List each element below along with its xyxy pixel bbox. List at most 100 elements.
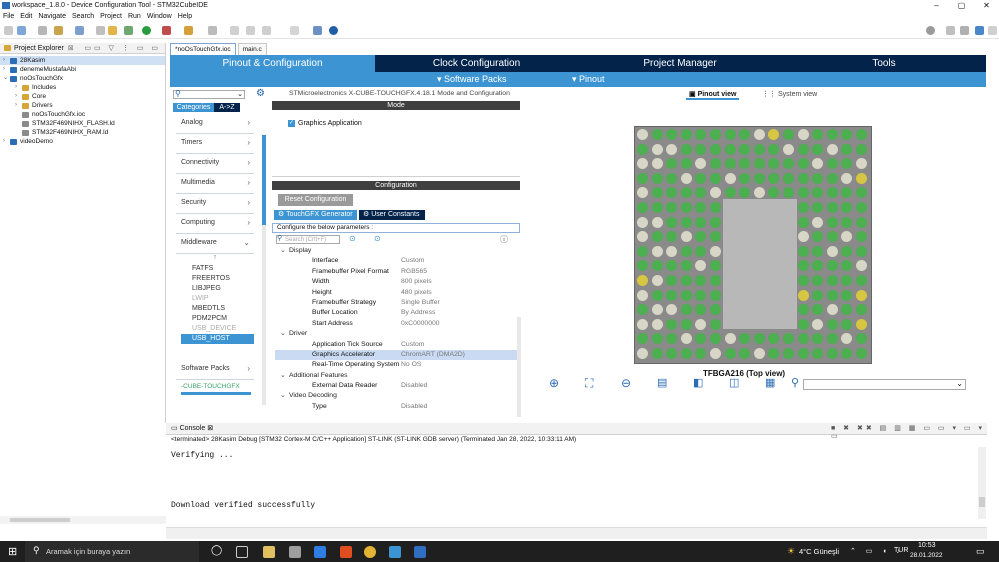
- chip-pin[interactable]: [666, 187, 678, 199]
- chip-pin[interactable]: [841, 304, 853, 316]
- chip-pin[interactable]: [856, 129, 867, 140]
- chip-pin[interactable]: [666, 348, 678, 359]
- perspective-device-icon[interactable]: [975, 26, 984, 35]
- chip-pin[interactable]: [856, 348, 867, 359]
- chip-pin[interactable]: [680, 245, 692, 257]
- chip-pin[interactable]: [753, 172, 765, 184]
- info-icon[interactable]: ⓘ: [500, 234, 508, 245]
- chip-pin[interactable]: [783, 158, 794, 170]
- graphics-application-checkbox[interactable]: ✓: [288, 120, 295, 127]
- menu-window[interactable]: Window: [144, 12, 175, 22]
- chip-pin[interactable]: [695, 231, 707, 243]
- chip-pin[interactable]: [637, 231, 648, 243]
- chip-pin[interactable]: [753, 333, 765, 345]
- chip-pin[interactable]: [812, 333, 824, 345]
- chip-pin[interactable]: [710, 260, 721, 272]
- category-multimedia[interactable]: Multimedia ›: [176, 174, 254, 194]
- chip-pin[interactable]: [680, 231, 692, 243]
- export-icon[interactable]: ▤: [657, 376, 667, 389]
- settings-gear-icon[interactable]: ⚙: [256, 88, 265, 99]
- chip-pin[interactable]: [695, 187, 707, 199]
- chip-pin[interactable]: [651, 275, 663, 286]
- param-value[interactable]: 0xC0000000: [401, 319, 440, 329]
- chip-pin[interactable]: [797, 289, 809, 301]
- chip-pin[interactable]: [680, 275, 692, 286]
- chip-pin[interactable]: [812, 172, 824, 184]
- chip-pin[interactable]: [666, 202, 678, 213]
- chip-pin[interactable]: [826, 143, 838, 155]
- chip-pin[interactable]: [797, 348, 809, 359]
- chip-pin[interactable]: [680, 158, 692, 170]
- chip-pin[interactable]: [651, 318, 663, 330]
- category-software-packs[interactable]: Software Packs ›: [176, 360, 254, 380]
- chip-pin[interactable]: [637, 216, 648, 228]
- chip-pin[interactable]: [695, 260, 707, 272]
- tab-tools[interactable]: Tools: [782, 55, 986, 72]
- chip-pin[interactable]: [695, 348, 707, 359]
- chevron-right-icon[interactable]: ›: [15, 83, 22, 92]
- chip-pin[interactable]: [856, 216, 867, 228]
- chip-pin[interactable]: [812, 231, 824, 243]
- chip-pin[interactable]: [812, 348, 824, 359]
- chip-package[interactable]: [634, 126, 872, 364]
- chip-pin[interactable]: [666, 260, 678, 272]
- chip-pin[interactable]: [695, 143, 707, 155]
- chip-pin[interactable]: [783, 348, 794, 359]
- chip-pin[interactable]: [651, 231, 663, 243]
- chip-pin[interactable]: [856, 143, 867, 155]
- chip-pin[interactable]: [753, 143, 765, 155]
- chip-pin[interactable]: [710, 172, 721, 184]
- chip-pin[interactable]: [826, 187, 838, 199]
- param-section[interactable]: ⌄ Driver: [275, 329, 517, 339]
- chip-pin[interactable]: [753, 187, 765, 199]
- tab-project-manager[interactable]: Project Manager: [578, 55, 782, 72]
- chip-pin[interactable]: [739, 143, 751, 155]
- menu-run[interactable]: Run: [125, 12, 144, 22]
- chip-pin[interactable]: [637, 129, 648, 140]
- chip-pin[interactable]: [724, 143, 736, 155]
- chip-pin[interactable]: [710, 202, 721, 213]
- chip-pin[interactable]: [724, 333, 736, 345]
- chip-pin[interactable]: [826, 172, 838, 184]
- chip-pin[interactable]: [856, 231, 867, 243]
- chip-pin[interactable]: [651, 245, 663, 257]
- chip-pin[interactable]: [797, 172, 809, 184]
- chip-pin[interactable]: [651, 333, 663, 345]
- stm32cubemx-icon[interactable]: [389, 546, 401, 558]
- chip-pin[interactable]: [695, 202, 707, 213]
- wand-icon[interactable]: [184, 26, 193, 35]
- pack-touchgfx[interactable]: -CUBE-TOUCHGFX: [176, 383, 254, 390]
- chip-pin[interactable]: [797, 260, 809, 272]
- chip-pin[interactable]: [812, 318, 824, 330]
- chip-pin[interactable]: [666, 158, 678, 170]
- param-value[interactable]: By Address: [401, 308, 435, 318]
- chip-pin[interactable]: [797, 129, 809, 140]
- prev-annotation-icon[interactable]: [230, 26, 239, 35]
- chip-pin[interactable]: [768, 333, 780, 345]
- next-annotation-icon[interactable]: [208, 26, 217, 35]
- param-value[interactable]: No OS: [401, 360, 421, 370]
- project-explorer-tab[interactable]: Project Explorer ⊠ ▭▭ ▽ ⋮ ▭ ▭: [0, 43, 165, 54]
- chip-pin[interactable]: [797, 187, 809, 199]
- zoom-in-icon[interactable]: ⊕: [549, 376, 559, 390]
- param-value[interactable]: Custom: [401, 340, 424, 350]
- chip-pin[interactable]: [856, 172, 867, 184]
- software-packs-menu[interactable]: ▾ Software Packs: [437, 74, 507, 85]
- chip-pin[interactable]: [695, 289, 707, 301]
- chip-pin[interactable]: [841, 348, 853, 359]
- taskbar-search[interactable]: ⚲ Aramak için buraya yazın: [25, 541, 199, 562]
- language-indicator[interactable]: TUR: [894, 547, 908, 554]
- chip-pin[interactable]: [753, 348, 765, 359]
- chip-pin[interactable]: [841, 216, 853, 228]
- chip-pin[interactable]: [666, 231, 678, 243]
- hammer-icon[interactable]: [54, 26, 63, 35]
- tab-a-z[interactable]: A->Z: [214, 103, 240, 112]
- chip-pin[interactable]: [783, 129, 794, 140]
- chip-pin[interactable]: [841, 318, 853, 330]
- tab-ioc-file[interactable]: *noOsTouchGfx.ioc: [170, 43, 236, 55]
- chip-pin[interactable]: [856, 318, 867, 330]
- chip-pin[interactable]: [710, 158, 721, 170]
- chip-pin[interactable]: [680, 289, 692, 301]
- param-value[interactable]: Custom: [401, 256, 424, 266]
- chevron-down-icon[interactable]: ⌄: [3, 74, 10, 83]
